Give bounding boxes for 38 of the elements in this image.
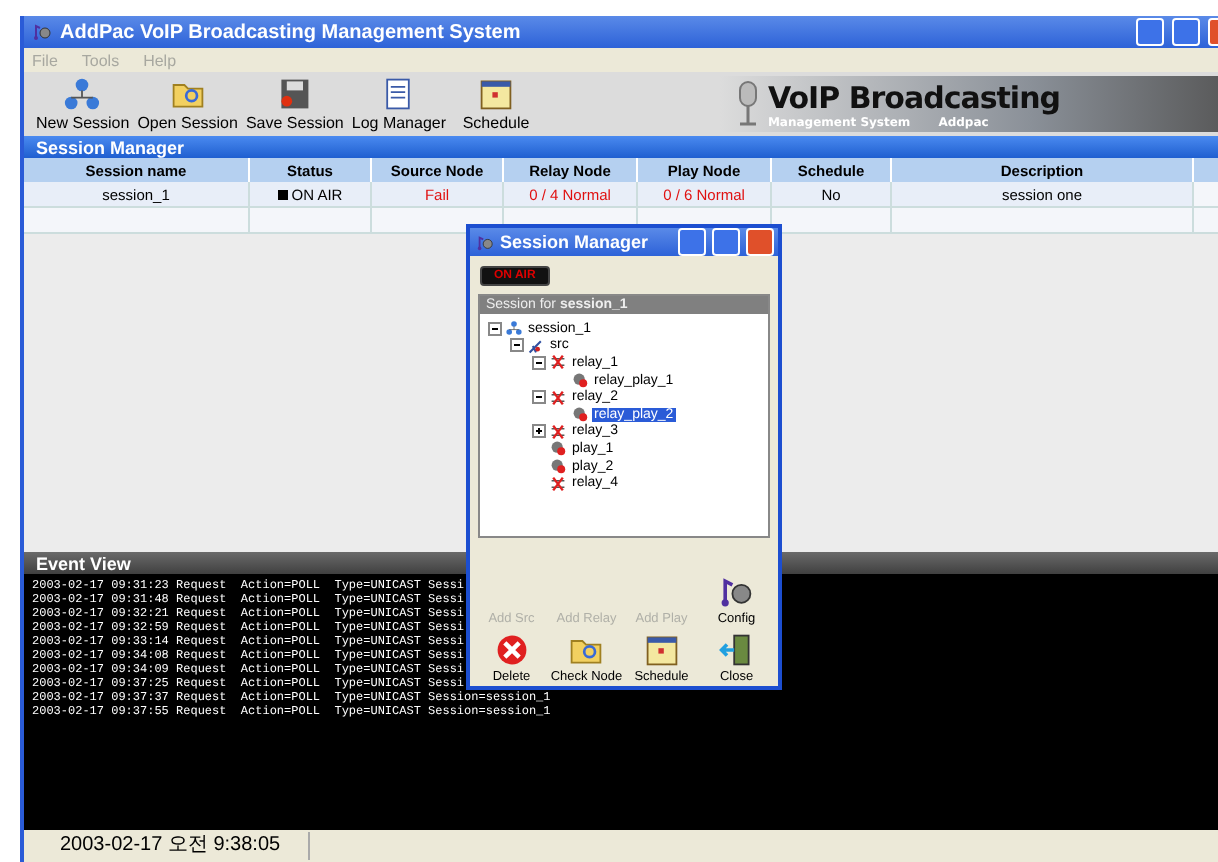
relay-node-icon [550, 475, 566, 492]
play-node-icon [572, 372, 588, 389]
calendar-icon [478, 76, 515, 112]
network-icon [506, 320, 522, 337]
relay-node-icon [550, 389, 566, 406]
collapse-toggle-icon[interactable] [510, 338, 524, 353]
antenna-icon [528, 337, 544, 354]
status-square-icon [277, 189, 288, 199]
panel-header: Session Manager [24, 136, 1218, 158]
toolbar-button[interactable]: Save Session [241, 76, 348, 132]
door-icon [718, 632, 755, 668]
toolbar-button[interactable]: Schedule [450, 76, 543, 132]
speaker-icon [718, 574, 755, 610]
collapse-toggle-icon[interactable] [488, 321, 502, 336]
minimize-button[interactable] [1136, 18, 1164, 46]
close-button[interactable] [746, 228, 774, 256]
toolbar-button[interactable]: Open Session [133, 76, 242, 132]
relay-node-icon [550, 423, 566, 440]
network-icon [64, 76, 101, 112]
maximize-button[interactable] [712, 228, 740, 256]
calendar-icon [643, 632, 680, 668]
play-node-icon [572, 406, 588, 423]
collapse-toggle-icon[interactable] [532, 355, 546, 370]
relay-node-icon [550, 354, 566, 371]
speaker-icon [476, 233, 494, 251]
toolbar-button[interactable]: New Session [32, 76, 134, 132]
collapse-toggle-icon[interactable] [532, 390, 546, 405]
microphone-icon [735, 80, 760, 128]
status-datetime: 2003-02-17 오전 9:38:05 [24, 832, 311, 860]
dialog-title: Session Manager [500, 232, 651, 252]
speaker-icon [32, 22, 52, 42]
toolbar-button[interactable]: Log Manager [347, 76, 451, 132]
expand-toggle-icon[interactable] [532, 424, 546, 439]
maximize-button[interactable] [1172, 18, 1200, 46]
window-title: AddPac VoIP Broadcasting Management System [60, 21, 523, 43]
minimize-button[interactable] [678, 228, 706, 256]
banner-title: VoIP Broadcasting [767, 79, 1060, 115]
delete-icon [493, 632, 530, 668]
